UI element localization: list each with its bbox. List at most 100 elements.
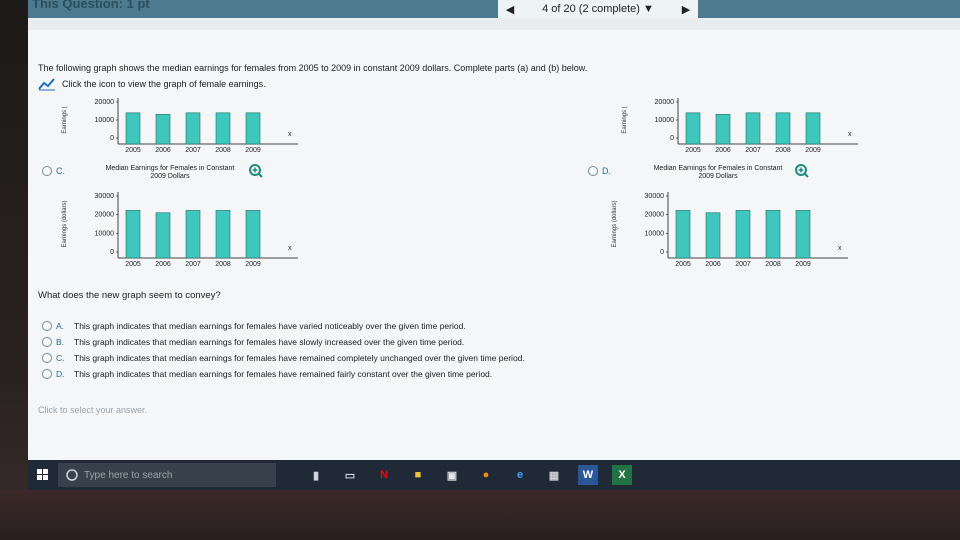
netflix-icon[interactable]: N	[374, 465, 394, 485]
option-c-radio[interactable]: C.	[42, 166, 65, 176]
view-graph-link[interactable]: Click the icon to view the graph of fema…	[38, 77, 266, 91]
chart-x-label: x	[288, 131, 292, 138]
question-progress-dropdown[interactable]: 4 of 20 (2 complete) ▼	[522, 3, 674, 15]
answer-b[interactable]: B. This graph indicates that median earni…	[42, 334, 525, 350]
chart-ylabel: Earnings (dollars)	[62, 200, 68, 247]
excel-icon[interactable]: X	[612, 465, 632, 485]
chart-bar	[155, 114, 171, 145]
question-header: This Question: 1 pt ◀ 4 of 20 (2 complet…	[28, 0, 960, 18]
chart-tick-label: 10000	[95, 117, 115, 124]
question-points-label: This Question: 1 pt	[32, 0, 150, 11]
search-placeholder: Type here to search	[84, 469, 173, 481]
calculator-icon[interactable]: ▦	[544, 465, 564, 485]
chart-bar	[155, 212, 171, 259]
chart-bar	[745, 112, 761, 145]
chart-year-label: 2006	[155, 261, 171, 268]
chart-bar	[705, 212, 721, 259]
previous-question-button[interactable]: ◀	[498, 3, 522, 16]
chart-tick-label: 30000	[645, 193, 665, 200]
chart-bar	[765, 210, 781, 259]
chart-tick-label: 10000	[655, 117, 675, 124]
chart-tick-label: 20000	[655, 99, 675, 106]
radio-circle[interactable]	[588, 166, 598, 176]
chart-bar	[125, 112, 141, 145]
option-c-letter: C.	[56, 166, 65, 176]
chart-tick-label: 0	[670, 135, 674, 142]
answer-text: This graph indicates that median earning…	[74, 321, 466, 331]
edge-icon[interactable]: e	[510, 465, 530, 485]
chart-year-label: 2009	[245, 147, 261, 154]
chart-year-label: 2006	[715, 147, 731, 154]
answer-text: This graph indicates that median earning…	[74, 337, 465, 347]
answer-letter: B.	[56, 337, 65, 347]
chart-year-label: 2007	[185, 147, 201, 154]
microphone-icon[interactable]: ▮	[306, 465, 326, 485]
chart-year-label: 2006	[705, 261, 721, 268]
chart-x-label: x	[848, 131, 852, 138]
answer-text: This graph indicates that median earning…	[74, 369, 493, 379]
word-icon[interactable]: W	[578, 465, 598, 485]
browser-screen: This Question: 1 pt ◀ 4 of 20 (2 complet…	[28, 0, 960, 500]
radio-circle[interactable]	[42, 321, 52, 331]
chart-year-label: 2009	[805, 147, 821, 154]
option-d-letter: D.	[602, 166, 611, 176]
firefox-icon[interactable]: ●	[476, 465, 496, 485]
chart-year-label: 2009	[245, 261, 261, 268]
next-question-button[interactable]: ▶	[674, 3, 698, 16]
answer-d[interactable]: D. This graph indicates that median earni…	[42, 366, 525, 382]
windows-start-icon[interactable]	[28, 460, 58, 490]
radio-circle[interactable]	[42, 369, 52, 379]
chart-bar	[245, 210, 261, 259]
chart-year-label: 2008	[775, 147, 791, 154]
chart-bar	[805, 112, 821, 145]
monitor-bottom-bezel	[0, 490, 960, 540]
chart-year-label: 2005	[125, 147, 141, 154]
chart-bar	[215, 112, 231, 145]
chart-year-label: 2007	[735, 261, 751, 268]
chart-bar	[775, 112, 791, 145]
line-graph-icon[interactable]	[38, 77, 56, 91]
chart-c-title: Median Earnings for Females in Constant …	[105, 165, 235, 180]
radio-circle[interactable]	[42, 166, 52, 176]
answer-a[interactable]: A. This graph indicates that median earni…	[42, 318, 525, 334]
store-icon[interactable]: ▣	[442, 465, 462, 485]
radio-circle[interactable]	[42, 337, 52, 347]
chart-year-label: 2008	[765, 261, 781, 268]
windows-taskbar: Type here to search ▮ ▭ N ■ ▣ ● e ▦ W X	[28, 460, 960, 490]
answer-choices: A. This graph indicates that median earni…	[42, 318, 525, 382]
chart-year-label: 2006	[155, 147, 171, 154]
view-graph-text: Click the icon to view the graph of fema…	[62, 79, 266, 89]
chart-year-label: 2007	[185, 261, 201, 268]
chart-tick-label: 10000	[645, 230, 665, 237]
chart-bar	[185, 210, 201, 259]
chart-ylabel: Earnings (dollars)	[612, 200, 618, 247]
question-intro: The following graph shows the median ear…	[38, 63, 588, 73]
file-explorer-icon[interactable]: ■	[408, 465, 428, 485]
task-view-icon[interactable]: ▭	[340, 465, 360, 485]
answer-text: This graph indicates that median earning…	[74, 353, 525, 363]
chart-year-label: 2008	[215, 147, 231, 154]
chart-option-b-right: Earnings (20000 10000 0 2005 2006 2007 2008 200…	[622, 98, 858, 154]
chart-tick-label: 0	[110, 249, 114, 256]
chart-tick-label: 10000	[95, 230, 115, 237]
question-progress-text: 4 of 20 (2 complete)	[542, 3, 640, 15]
option-d-radio[interactable]: D.	[588, 166, 611, 176]
chart-tick-label: 20000	[645, 212, 665, 219]
chart-bar	[245, 112, 261, 145]
chart-tick-label: 20000	[95, 212, 115, 219]
chart-ylabel: Earnings (	[622, 106, 628, 133]
zoom-in-icon[interactable]	[249, 164, 263, 178]
chart-year-label: 2005	[685, 147, 701, 154]
chart-bar	[795, 210, 811, 259]
chart-option-c: Earnings (dollars) 30000 20000 10000 0 2005 20…	[62, 192, 298, 268]
question-prompt: What does the new graph seem to convey?	[38, 290, 221, 301]
chart-bar	[735, 210, 751, 259]
zoom-in-icon[interactable]	[795, 164, 809, 178]
chart-d-title: Median Earnings for Females in Constant …	[653, 165, 783, 180]
radio-circle[interactable]	[42, 353, 52, 363]
chart-option-d: Earnings (dollars) 30000 20000 10000 0 2005 20…	[612, 192, 848, 268]
taskbar-search-box[interactable]: Type here to search	[58, 463, 276, 487]
chart-year-label: 2008	[215, 261, 231, 268]
answer-c[interactable]: C. This graph indicates that median earni…	[42, 350, 525, 366]
chart-bar	[125, 210, 141, 259]
